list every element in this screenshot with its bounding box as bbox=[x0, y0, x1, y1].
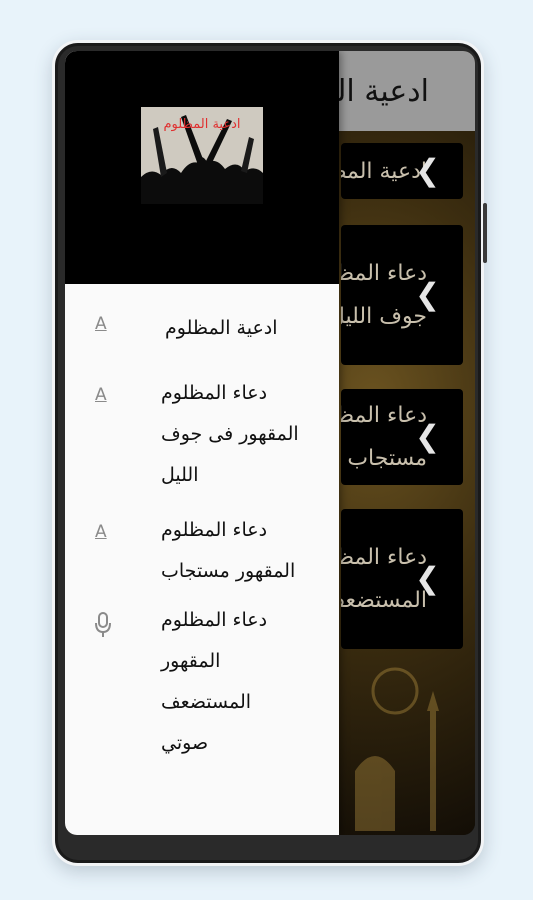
drawer-item-4[interactable]: دعاء المظلوم المقهور المستضعف صوتي bbox=[65, 592, 339, 764]
drawer-item-3[interactable]: A دعاء المظلوم المقهور مستجاب bbox=[65, 496, 339, 592]
app-logo: ادعية المظلوم bbox=[141, 107, 263, 204]
chevron-right-icon: ❯ bbox=[415, 277, 441, 313]
chevron-right-icon: ❯ bbox=[415, 419, 441, 455]
text-a-icon: A bbox=[95, 314, 107, 334]
navigation-drawer: ادعية المظلوم A ادعية المظلوم A دعاء الم… bbox=[65, 51, 339, 835]
list-card-2[interactable]: دعاء المظلوم المقهور فى جوف الليل ❯ bbox=[341, 225, 463, 365]
drawer-item-label: دعاء المظلوم المقهور مستجاب bbox=[161, 519, 296, 582]
phone-side-button bbox=[483, 203, 487, 263]
drawer-item-label: ادعية المظلوم bbox=[165, 317, 278, 339]
card-label: دعاء المظلوم المقهور فى جوف الليل bbox=[341, 261, 427, 329]
drawer-item-label: دعاء المظلوم المقهور المستضعف صوتي bbox=[161, 609, 268, 754]
card-label: دعاء المظلوم المقهور المستضعف صوتي bbox=[341, 545, 427, 613]
card-label: ادعية المظلوم bbox=[341, 158, 427, 184]
list-card-1[interactable]: ادعية المظلوم ❯ bbox=[341, 143, 463, 199]
text-a-icon: A bbox=[95, 385, 107, 405]
app-screen: ادعية المظلوم ادعية المظلوم ❯ دعاء المظل… bbox=[65, 51, 475, 835]
drawer-header: ادعية المظلوم bbox=[65, 51, 339, 284]
drawer-item-2[interactable]: A دعاء المظلوم المقهور فى جوف الليل bbox=[65, 349, 339, 496]
drawer-item-1[interactable]: A ادعية المظلوم bbox=[65, 284, 339, 349]
drawer-item-label: دعاء المظلوم المقهور فى جوف الليل bbox=[161, 382, 299, 486]
logo-text: ادعية المظلوم bbox=[163, 117, 241, 132]
mosque-decoration bbox=[355, 667, 439, 831]
list-card-3[interactable]: دعاء المظلوم المقهور مستجاب ❯ bbox=[341, 389, 463, 485]
drawer-menu: A ادعية المظلوم A دعاء المظلوم المقهور ف… bbox=[65, 284, 339, 764]
list-card-4[interactable]: دعاء المظلوم المقهور المستضعف صوتي ❯ bbox=[341, 509, 463, 649]
text-a-icon: A bbox=[95, 522, 107, 542]
card-label: دعاء المظلوم المقهور مستجاب bbox=[341, 403, 427, 471]
microphone-icon bbox=[95, 612, 111, 643]
phone-frame: ادعية المظلوم ادعية المظلوم ❯ دعاء المظل… bbox=[52, 40, 487, 866]
chevron-right-icon: ❯ bbox=[415, 561, 441, 597]
chevron-right-icon: ❯ bbox=[415, 153, 441, 189]
